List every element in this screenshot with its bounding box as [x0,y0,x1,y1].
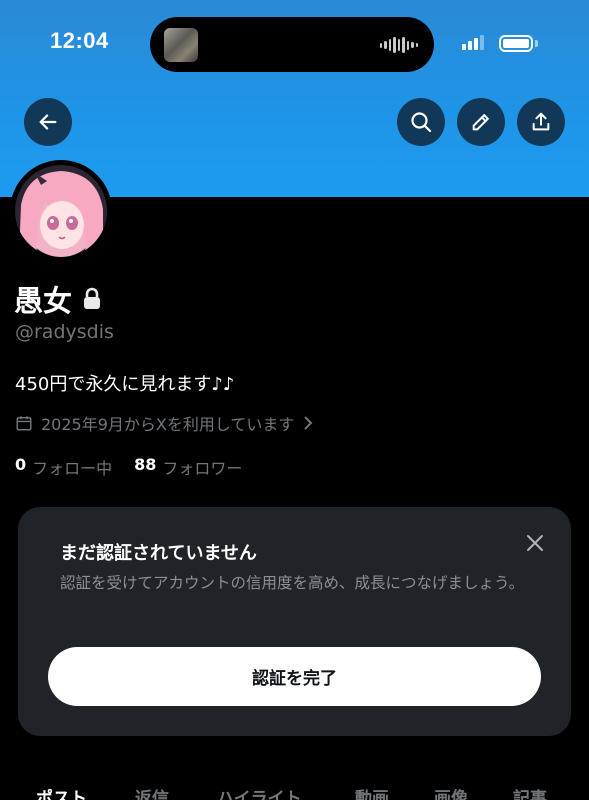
complete-verification-button[interactable]: 認証を完了 [48,647,541,706]
profile-name-row: 愚女 [14,278,102,320]
joined-date-row[interactable]: 2025年9月からXを利用しています [15,411,314,435]
status-time: 12:04 [50,28,109,53]
tab-highlights[interactable]: ハイライト [217,784,302,800]
tab-videos[interactable]: 動画 [355,784,389,800]
profile-handle: @radysdis [15,321,114,343]
audio-waveform-icon [379,36,418,54]
avatar-image [15,165,107,257]
following-label: フォロー中 [32,459,113,478]
profile-bio: 450円で永久に見れます♪♪ [15,374,235,395]
verification-title: まだ認証されていません [60,543,257,564]
profile-avatar[interactable] [10,160,112,262]
followers-label: フォロワー [162,459,243,478]
tab-replies[interactable]: 返信 [135,784,169,800]
share-icon [532,112,550,131]
pencil-icon [472,114,489,131]
follow-stats: 0 フォロー中 88 フォロワー [15,455,256,479]
chevron-right-icon [304,416,313,430]
cellular-signal-icon [462,35,484,50]
tab-posts[interactable]: ポスト [36,784,87,800]
edit-button[interactable] [457,98,505,146]
close-button[interactable] [523,531,547,555]
arrow-left-icon [39,114,57,130]
following-count: 0 [15,455,27,474]
lock-icon [84,287,101,309]
close-icon [527,535,543,551]
profile-tabs: ポスト 返信 ハイライト 動画 画像 記事 [0,784,589,800]
verification-description: 認証を受けてアカウントの信用度を高め、成長につなげましょう。 [60,574,525,592]
search-button[interactable] [397,98,445,146]
profile-name: 愚女 [14,284,73,318]
tab-images[interactable]: 画像 [434,784,468,800]
joined-date: 2025年9月からXを利用しています [41,415,295,434]
search-icon [411,112,432,133]
battery-tip [535,40,538,47]
battery-icon [499,35,533,52]
now-playing-thumbnail [164,28,198,62]
followers-count: 88 [134,455,157,474]
back-button[interactable] [24,98,72,146]
dynamic-island[interactable] [150,17,434,72]
followers-link[interactable]: 88 フォロワー [134,455,242,479]
share-button[interactable] [517,98,565,146]
following-link[interactable]: 0 フォロー中 [15,455,112,479]
verification-card: まだ認証されていません 認証を受けてアカウントの信用度を高め、成長につなげましょ… [18,507,571,736]
tab-articles[interactable]: 記事 [513,784,547,800]
calendar-icon [16,416,32,431]
